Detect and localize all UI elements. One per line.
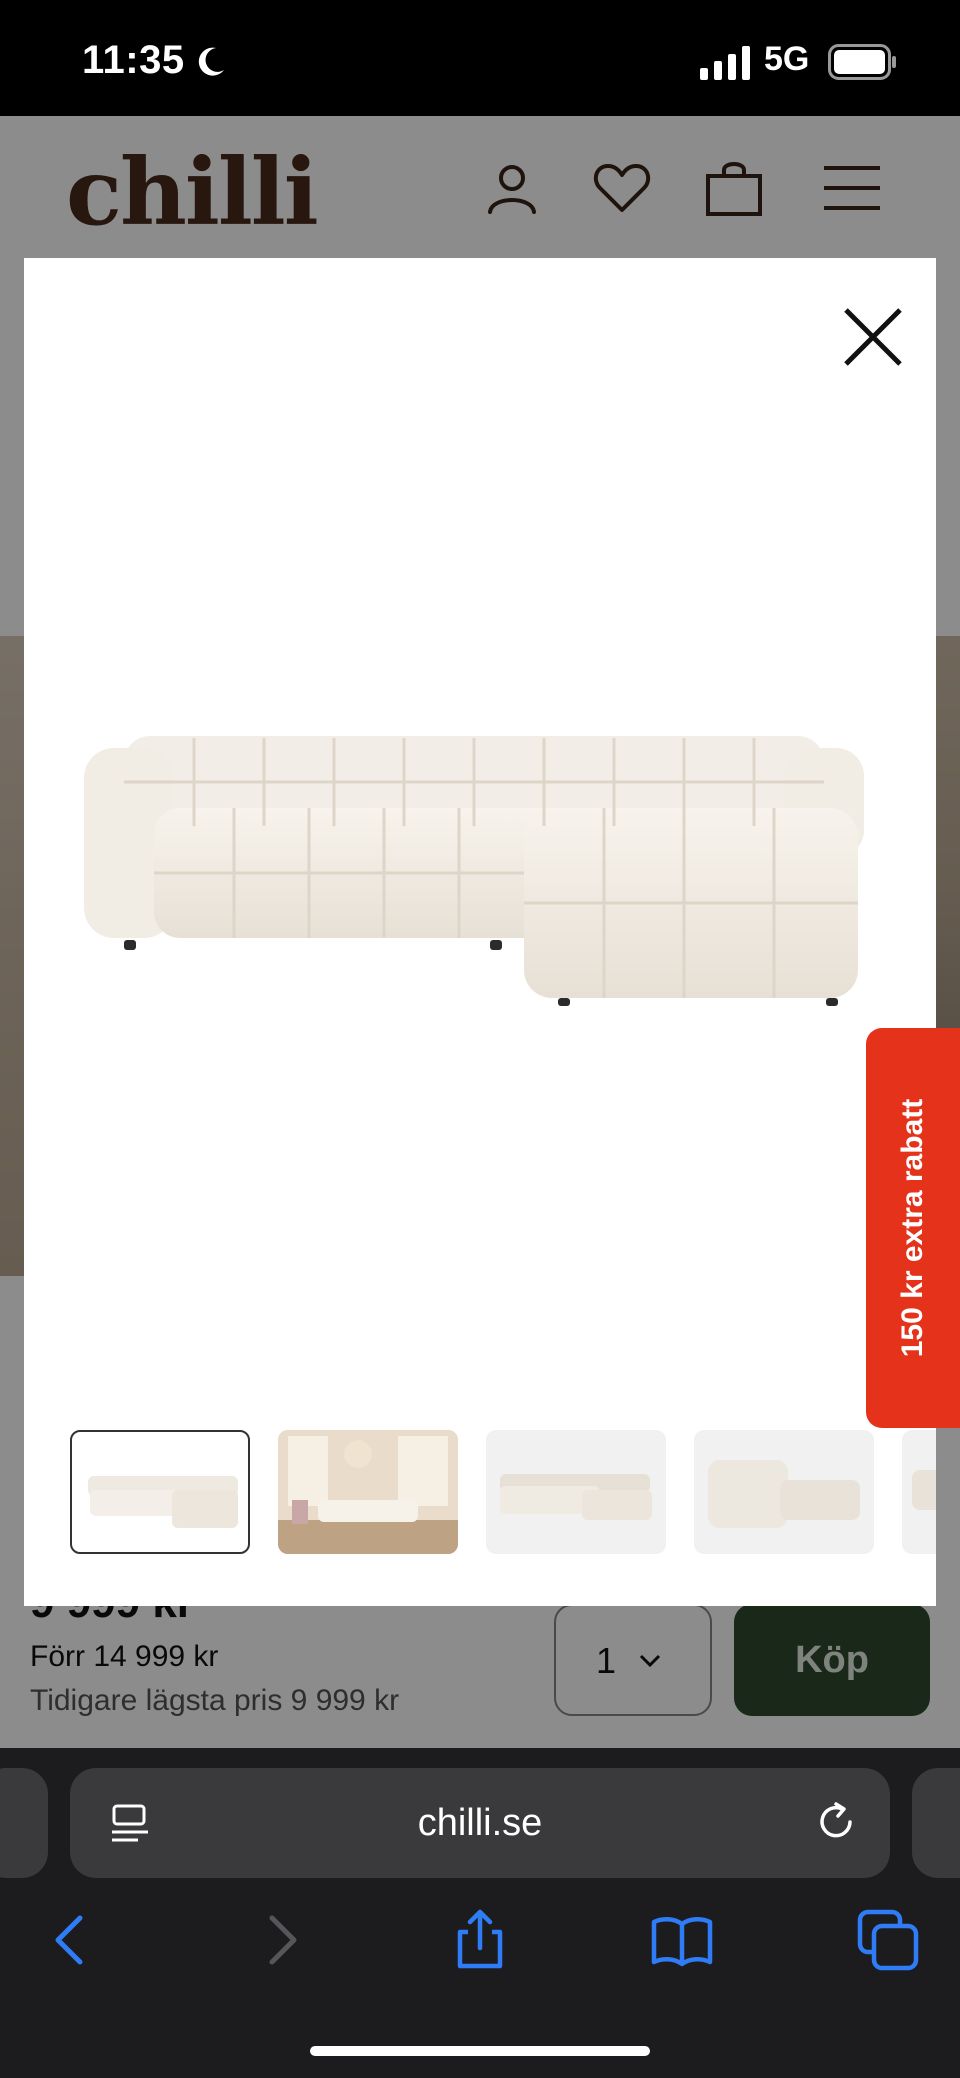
battery-icon [828, 44, 896, 80]
sofa-thumbnail-image [88, 1476, 238, 1528]
thumbnail-5[interactable] [902, 1430, 936, 1554]
network-label: 5G [764, 40, 810, 78]
room-thumbnail-image [278, 1430, 458, 1554]
status-bar: 11:35 5G [0, 0, 960, 116]
thumbnail-2[interactable] [278, 1430, 458, 1554]
bookmarks-icon[interactable] [650, 1908, 714, 1972]
home-indicator [310, 2046, 650, 2056]
previous-tab-preview[interactable] [0, 1768, 48, 1878]
status-time: 11:35 [82, 38, 185, 82]
thumbnail-strip [46, 1430, 936, 1554]
image-gallery-modal [24, 258, 936, 1606]
moon-icon [198, 47, 224, 76]
sofa-thumbnail-image [708, 1460, 860, 1528]
close-icon[interactable] [834, 298, 912, 376]
signal-icon [700, 46, 750, 80]
address-bar[interactable]: chilli.se [70, 1768, 890, 1878]
browser-toolbar: chilli.se [0, 1748, 960, 2078]
promo-label: 150 kr extra rabatt [896, 1098, 929, 1358]
url-text: chilli.se [417, 1802, 543, 1844]
reload-icon[interactable] [814, 1800, 858, 1844]
sofa-image [84, 736, 864, 1006]
forward-icon[interactable] [248, 1908, 312, 1972]
share-icon[interactable] [448, 1908, 512, 1972]
thumbnail-3[interactable] [486, 1430, 666, 1554]
sofa-thumbnail-image [912, 1470, 936, 1510]
thumbnail-4[interactable] [694, 1430, 874, 1554]
next-tab-preview[interactable] [912, 1768, 960, 1878]
thumbnail-1[interactable] [70, 1430, 250, 1554]
promo-tab[interactable]: 150 kr extra rabatt [866, 1028, 960, 1428]
back-icon[interactable] [40, 1908, 104, 1972]
tabs-icon[interactable] [856, 1908, 920, 1972]
sofa-thumbnail-image [500, 1474, 652, 1520]
